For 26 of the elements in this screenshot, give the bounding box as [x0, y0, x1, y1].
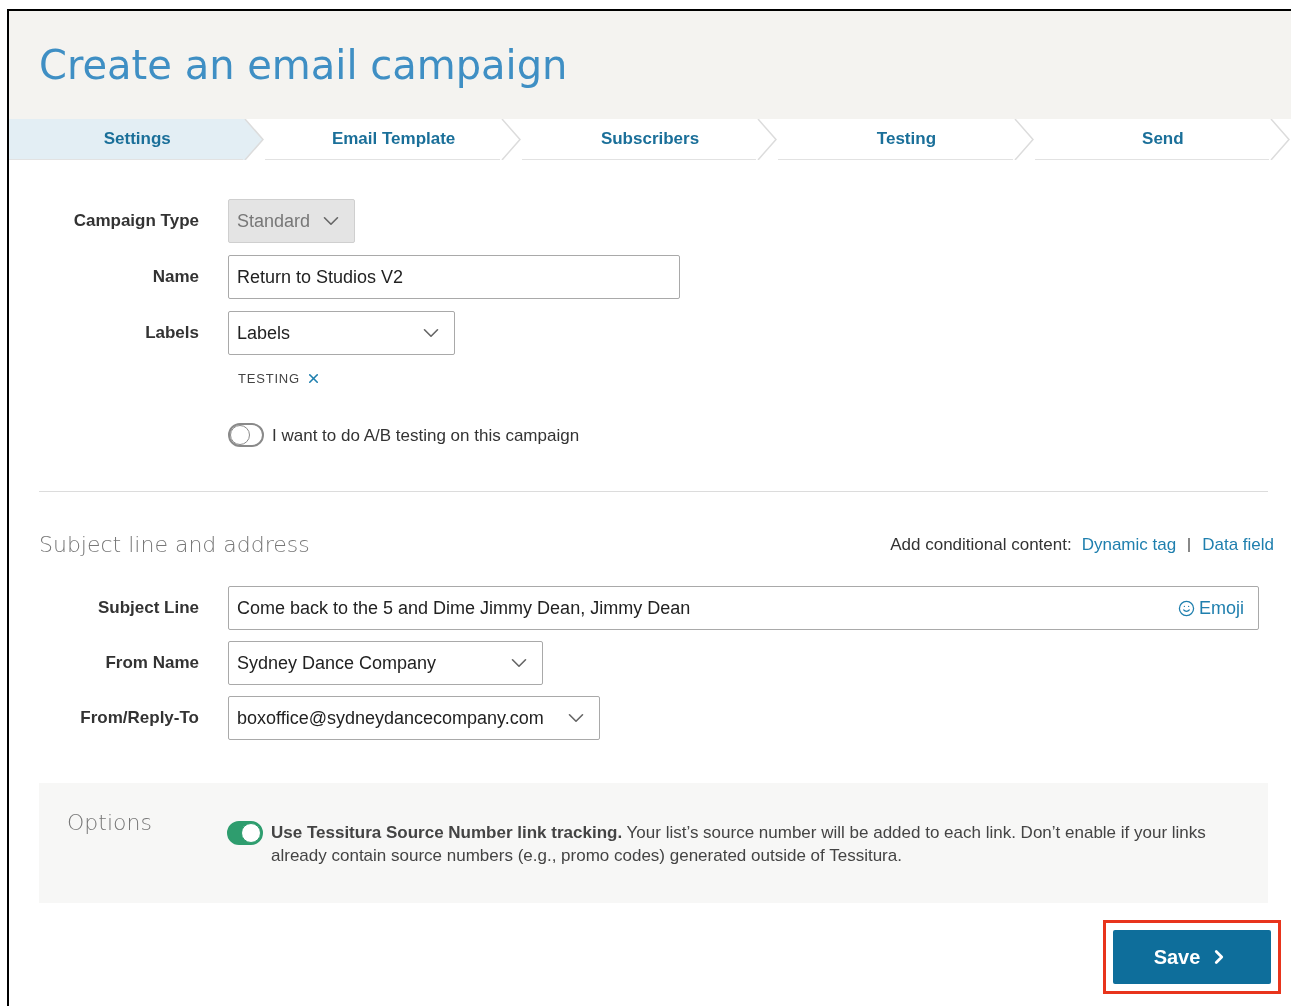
toggle-switch[interactable]: [227, 821, 263, 845]
dropdown[interactable]: Sydney Dance Company: [228, 641, 543, 685]
smiley-icon: [1178, 599, 1195, 617]
link[interactable]: Data field: [1202, 531, 1274, 558]
text-field[interactable]: Come back to the 5 and Dime Jimmy Dean, Jimmy Dean Emoji: [228, 586, 1259, 630]
section-heading: Options: [67, 809, 153, 837]
link[interactable]: Dynamic tag: [1081, 531, 1177, 558]
label-tag: TESTING: [238, 369, 321, 389]
tracking-description: Use Tessitura Source Number link tracking. Your list’s source number will be added to each link. Don’t enable if your links already contain source numbers (e.g., promo codes) generated outside of Tessitura.: [271, 822, 1207, 867]
page-title: Create an email campaign: [39, 41, 568, 90]
step-tab[interactable]: Settings: [9, 119, 266, 159]
field-label: Subject Line: [96, 597, 199, 620]
field-label: Labels: [144, 322, 199, 345]
field-label: From/Reply-To: [79, 707, 199, 730]
toggle-label: I want to do A/B testing on this campaign: [272, 424, 580, 447]
field-label: From Name: [104, 652, 199, 675]
conditional-content-label: Add conditional content:: [890, 533, 1072, 556]
field-label: Name: [151, 266, 199, 289]
toggle-switch[interactable]: [228, 423, 264, 448]
save-button[interactable]: Save: [1113, 930, 1271, 984]
section-heading: Subject line and address: [39, 531, 310, 559]
emoji-button[interactable]: Emoji: [1178, 594, 1244, 622]
dropdown[interactable]: Labels: [228, 311, 455, 355]
text-field[interactable]: Return to Studios V2: [228, 255, 680, 299]
dropdown[interactable]: boxoffice@sydneydancecompany.com: [228, 696, 600, 740]
field-label: Campaign Type: [72, 210, 199, 233]
